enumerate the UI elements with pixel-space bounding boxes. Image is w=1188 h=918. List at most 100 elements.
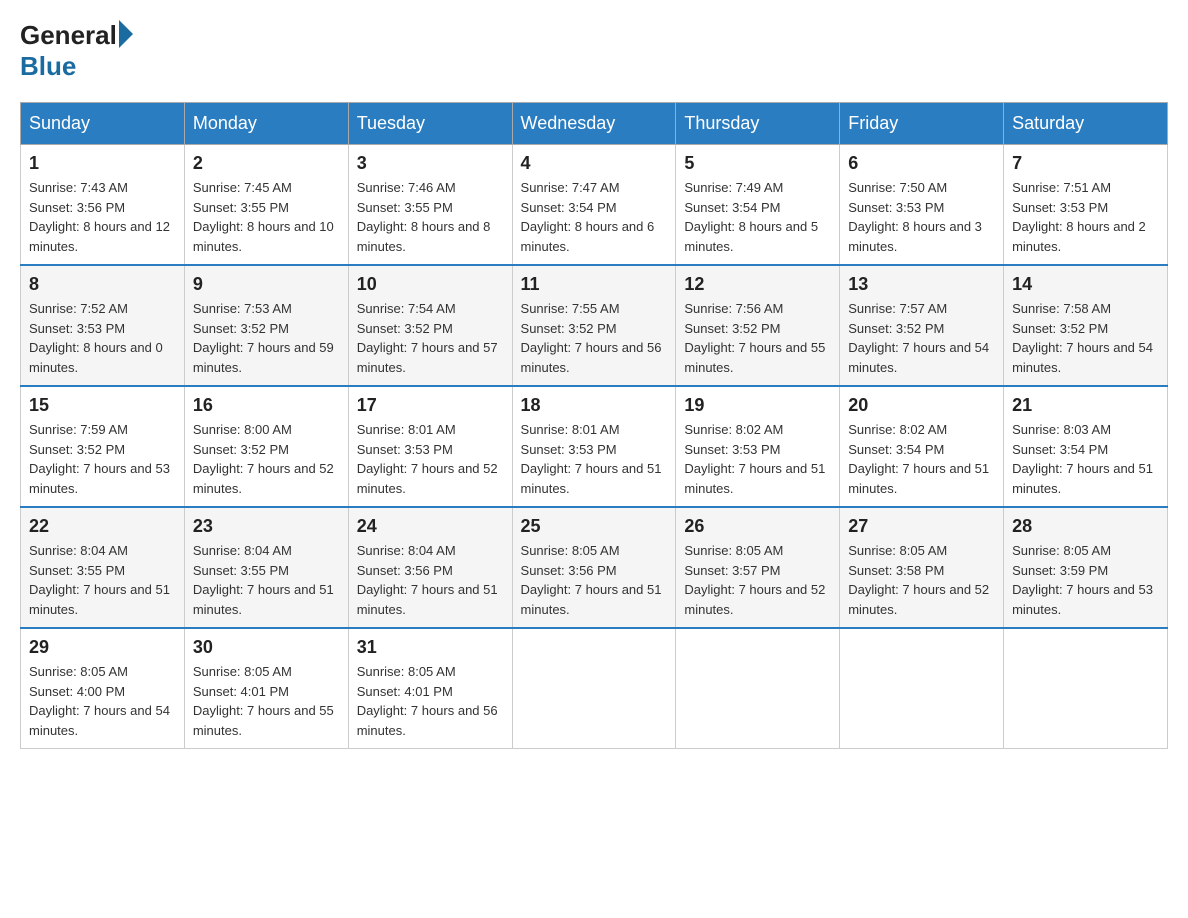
day-number: 25 [521,516,668,537]
calendar-week-row: 15 Sunrise: 7:59 AMSunset: 3:52 PMDayligh… [21,386,1168,507]
day-info: Sunrise: 7:54 AMSunset: 3:52 PMDaylight:… [357,299,504,377]
calendar-cell: 27 Sunrise: 8:05 AMSunset: 3:58 PMDayligh… [840,507,1004,628]
day-number: 16 [193,395,340,416]
calendar-cell: 17Sunrise: 8:01 AMSunset: 3:53 PMDayligh… [348,386,512,507]
day-number: 10 [357,274,504,295]
day-info: Sunrise: 8:04 AMSunset: 3:56 PMDaylight:… [357,541,504,619]
column-header-saturday: Saturday [1004,103,1168,145]
day-number: 26 [684,516,831,537]
day-number: 22 [29,516,176,537]
day-number: 31 [357,637,504,658]
day-number: 30 [193,637,340,658]
day-number: 4 [521,153,668,174]
column-header-friday: Friday [840,103,1004,145]
day-number: 14 [1012,274,1159,295]
day-info: Sunrise: 8:05 AMSunset: 3:58 PMDaylight:… [848,541,995,619]
calendar-cell: 16 Sunrise: 8:00 AMSunset: 3:52 PMDayligh… [184,386,348,507]
calendar-cell: 12Sunrise: 7:56 AMSunset: 3:52 PMDayligh… [676,265,840,386]
calendar-cell: 11 Sunrise: 7:55 AMSunset: 3:52 PMDayligh… [512,265,676,386]
day-number: 2 [193,153,340,174]
day-info: Sunrise: 8:00 AMSunset: 3:52 PMDaylight:… [193,420,340,498]
calendar-cell: 3 Sunrise: 7:46 AMSunset: 3:55 PMDaylight… [348,145,512,266]
calendar-cell: 6 Sunrise: 7:50 AMSunset: 3:53 PMDaylight… [840,145,1004,266]
day-number: 3 [357,153,504,174]
page-header: General Blue [20,20,1168,82]
day-info: Sunrise: 8:03 AMSunset: 3:54 PMDaylight:… [1012,420,1159,498]
logo-blue-text: Blue [20,51,76,82]
calendar-cell: 8 Sunrise: 7:52 AMSunset: 3:53 PMDaylight… [21,265,185,386]
day-info: Sunrise: 7:45 AMSunset: 3:55 PMDaylight:… [193,178,340,256]
day-number: 21 [1012,395,1159,416]
calendar-cell: 13 Sunrise: 7:57 AMSunset: 3:52 PMDayligh… [840,265,1004,386]
column-header-thursday: Thursday [676,103,840,145]
calendar-cell: 20 Sunrise: 8:02 AMSunset: 3:54 PMDayligh… [840,386,1004,507]
column-header-monday: Monday [184,103,348,145]
calendar-cell: 22 Sunrise: 8:04 AMSunset: 3:55 PMDayligh… [21,507,185,628]
day-info: Sunrise: 8:01 AMSunset: 3:53 PMDaylight:… [357,420,504,498]
calendar-cell: 30 Sunrise: 8:05 AMSunset: 4:01 PMDayligh… [184,628,348,749]
day-number: 6 [848,153,995,174]
day-info: Sunrise: 7:55 AMSunset: 3:52 PMDaylight:… [521,299,668,377]
day-info: Sunrise: 7:50 AMSunset: 3:53 PMDaylight:… [848,178,995,256]
day-info: Sunrise: 8:05 AMSunset: 3:56 PMDaylight:… [521,541,668,619]
calendar-cell [840,628,1004,749]
calendar-header-row: SundayMondayTuesdayWednesdayThursdayFrid… [21,103,1168,145]
calendar-week-row: 8 Sunrise: 7:52 AMSunset: 3:53 PMDaylight… [21,265,1168,386]
calendar-cell: 2 Sunrise: 7:45 AMSunset: 3:55 PMDaylight… [184,145,348,266]
day-number: 27 [848,516,995,537]
day-info: Sunrise: 8:01 AMSunset: 3:53 PMDaylight:… [521,420,668,498]
day-info: Sunrise: 8:04 AMSunset: 3:55 PMDaylight:… [29,541,176,619]
day-info: Sunrise: 8:02 AMSunset: 3:54 PMDaylight:… [848,420,995,498]
column-header-tuesday: Tuesday [348,103,512,145]
day-number: 13 [848,274,995,295]
calendar-cell: 18 Sunrise: 8:01 AMSunset: 3:53 PMDayligh… [512,386,676,507]
calendar-cell: 25 Sunrise: 8:05 AMSunset: 3:56 PMDayligh… [512,507,676,628]
day-info: Sunrise: 7:53 AMSunset: 3:52 PMDaylight:… [193,299,340,377]
calendar-cell [512,628,676,749]
day-number: 18 [521,395,668,416]
day-number: 9 [193,274,340,295]
day-info: Sunrise: 8:05 AMSunset: 4:01 PMDaylight:… [193,662,340,740]
day-number: 8 [29,274,176,295]
day-number: 23 [193,516,340,537]
day-number: 19 [684,395,831,416]
day-info: Sunrise: 7:56 AMSunset: 3:52 PMDaylight:… [684,299,831,377]
day-info: Sunrise: 7:47 AMSunset: 3:54 PMDaylight:… [521,178,668,256]
day-info: Sunrise: 7:46 AMSunset: 3:55 PMDaylight:… [357,178,504,256]
calendar-cell [676,628,840,749]
calendar-table: SundayMondayTuesdayWednesdayThursdayFrid… [20,102,1168,749]
calendar-cell: 21 Sunrise: 8:03 AMSunset: 3:54 PMDayligh… [1004,386,1168,507]
day-info: Sunrise: 8:05 AMSunset: 4:01 PMDaylight:… [357,662,504,740]
day-info: Sunrise: 7:49 AMSunset: 3:54 PMDaylight:… [684,178,831,256]
day-info: Sunrise: 7:58 AMSunset: 3:52 PMDaylight:… [1012,299,1159,377]
calendar-cell: 26 Sunrise: 8:05 AMSunset: 3:57 PMDayligh… [676,507,840,628]
day-info: Sunrise: 7:57 AMSunset: 3:52 PMDaylight:… [848,299,995,377]
logo-general-text: General [20,20,117,51]
day-number: 1 [29,153,176,174]
day-info: Sunrise: 8:04 AMSunset: 3:55 PMDaylight:… [193,541,340,619]
day-info: Sunrise: 7:51 AMSunset: 3:53 PMDaylight:… [1012,178,1159,256]
day-number: 15 [29,395,176,416]
calendar-week-row: 29Sunrise: 8:05 AMSunset: 4:00 PMDayligh… [21,628,1168,749]
day-info: Sunrise: 8:05 AMSunset: 3:57 PMDaylight:… [684,541,831,619]
logo-arrow-icon [119,20,133,48]
day-number: 11 [521,274,668,295]
calendar-cell: 7 Sunrise: 7:51 AMSunset: 3:53 PMDaylight… [1004,145,1168,266]
calendar-cell: 24 Sunrise: 8:04 AMSunset: 3:56 PMDayligh… [348,507,512,628]
day-number: 5 [684,153,831,174]
calendar-cell: 15 Sunrise: 7:59 AMSunset: 3:52 PMDayligh… [21,386,185,507]
day-info: Sunrise: 8:02 AMSunset: 3:53 PMDaylight:… [684,420,831,498]
logo: General Blue [20,20,133,82]
day-info: Sunrise: 7:59 AMSunset: 3:52 PMDaylight:… [29,420,176,498]
day-info: Sunrise: 7:52 AMSunset: 3:53 PMDaylight:… [29,299,176,377]
calendar-week-row: 1Sunrise: 7:43 AMSunset: 3:56 PMDaylight… [21,145,1168,266]
day-info: Sunrise: 8:05 AMSunset: 4:00 PMDaylight:… [29,662,176,740]
day-number: 24 [357,516,504,537]
calendar-cell: 10 Sunrise: 7:54 AMSunset: 3:52 PMDayligh… [348,265,512,386]
calendar-cell: 28Sunrise: 8:05 AMSunset: 3:59 PMDayligh… [1004,507,1168,628]
day-number: 7 [1012,153,1159,174]
calendar-cell [1004,628,1168,749]
calendar-cell: 1Sunrise: 7:43 AMSunset: 3:56 PMDaylight… [21,145,185,266]
day-number: 20 [848,395,995,416]
column-header-wednesday: Wednesday [512,103,676,145]
